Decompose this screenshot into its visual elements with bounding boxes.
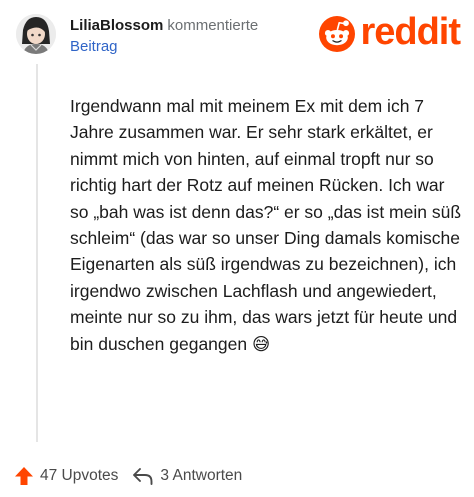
reply-button[interactable]: 3 Antworten [132, 466, 242, 486]
comment-action: kommentierte [167, 17, 259, 34]
comment-header: LiliaBlossom kommentierte Beitrag [70, 15, 258, 57]
comment-footer: 47 Upvotes 3 Antworten [14, 466, 242, 486]
avatar[interactable] [16, 14, 56, 54]
upvote-button[interactable]: 47 Upvotes [14, 466, 118, 486]
upvote-arrow-icon [15, 467, 33, 485]
reply-count: 3 Antworten [160, 467, 243, 484]
reddit-snoo-icon [319, 16, 356, 52]
reddit-logo: reddit [319, 11, 461, 53]
reddit-wordmark: reddit [360, 11, 461, 53]
username[interactable]: LiliaBlossom [70, 17, 163, 34]
thread-line[interactable] [36, 64, 38, 442]
post-link[interactable]: Beitrag [70, 36, 258, 57]
avatar-image [16, 14, 56, 54]
reply-arrow-icon [133, 468, 153, 485]
comment-body: Irgendwann mal mit meinem Ex mit dem ich… [70, 96, 462, 354]
upvote-count: 47 Upvotes [40, 467, 119, 484]
